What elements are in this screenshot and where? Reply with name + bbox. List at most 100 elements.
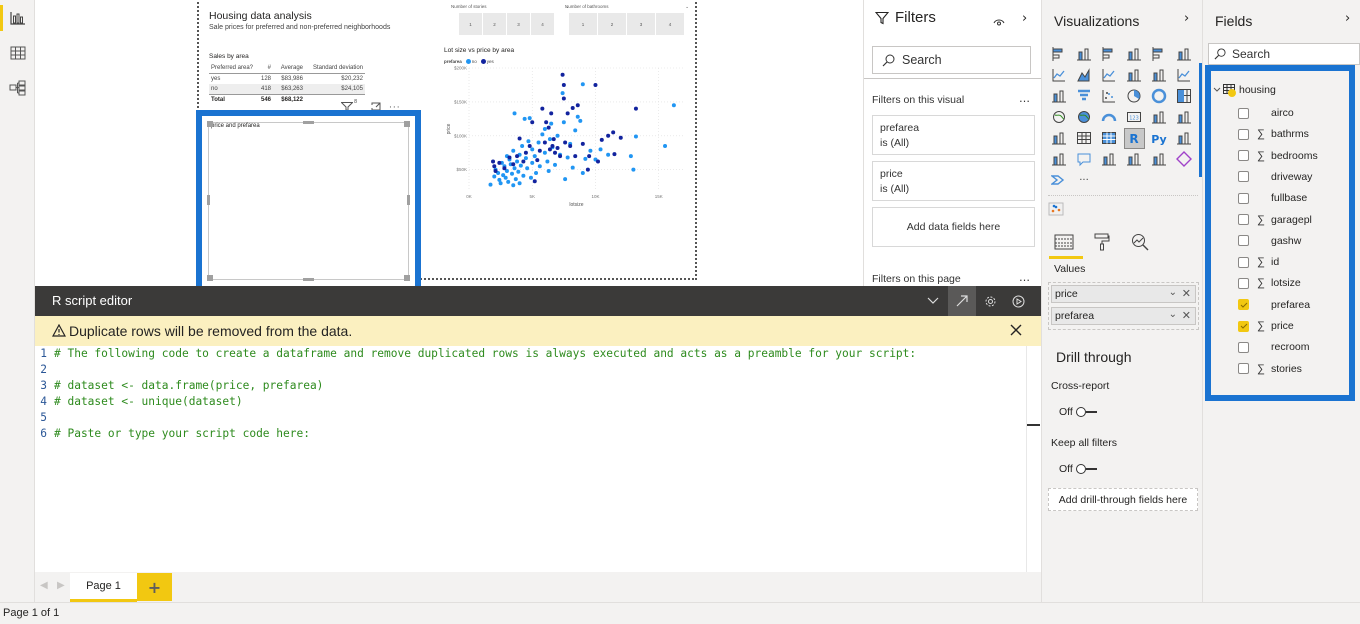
- visual-type-stacked-column-chart[interactable]: [1071, 43, 1096, 64]
- data-point-no[interactable]: [536, 140, 541, 145]
- previous-page-arrow-icon[interactable]: ◀: [40, 580, 48, 591]
- data-point-no[interactable]: [563, 177, 568, 182]
- format-tab[interactable]: [1090, 230, 1114, 254]
- data-point-yes[interactable]: [585, 167, 590, 172]
- slicer-option[interactable]: 3: [627, 13, 655, 35]
- data-point-yes[interactable]: [606, 133, 611, 138]
- field-item-prefarea[interactable]: prefarea: [1238, 297, 1310, 313]
- data-point-no[interactable]: [522, 116, 527, 121]
- data-point-no[interactable]: [580, 82, 585, 87]
- data-point-yes[interactable]: [497, 160, 502, 165]
- data-point-no[interactable]: [547, 137, 552, 142]
- data-point-yes[interactable]: [517, 136, 522, 141]
- visual-type-paginated-report[interactable]: [1121, 148, 1146, 169]
- resize-handle[interactable]: [207, 275, 213, 281]
- value-field-price[interactable]: price ⌄ ✕: [1051, 285, 1196, 303]
- data-point-no[interactable]: [513, 177, 518, 182]
- data-point-yes[interactable]: [580, 141, 585, 146]
- data-point-no[interactable]: [631, 167, 636, 172]
- remove-field-icon[interactable]: ✕: [1182, 309, 1191, 322]
- value-field-prefarea[interactable]: prefarea ⌄ ✕: [1051, 307, 1196, 325]
- remove-field-icon[interactable]: ✕: [1182, 287, 1191, 300]
- data-point-yes[interactable]: [502, 166, 507, 171]
- column-header[interactable]: Standard deviation: [303, 65, 363, 71]
- data-point-yes[interactable]: [523, 150, 528, 155]
- data-point-yes[interactable]: [530, 120, 535, 125]
- chevron-down-icon[interactable]: ⌄: [1169, 309, 1177, 320]
- data-point-no[interactable]: [598, 147, 603, 152]
- data-point-yes[interactable]: [546, 125, 551, 130]
- run-script-button[interactable]: [1004, 286, 1032, 316]
- field-item-id[interactable]: ∑ id: [1238, 254, 1279, 270]
- visual-type-decomposition-tree[interactable]: [1046, 148, 1071, 169]
- visual-type-clustered-bar-chart[interactable]: [1096, 43, 1121, 64]
- visual-type-qa-visual[interactable]: [1071, 148, 1096, 169]
- drill-through-fields-dropzone[interactable]: Add drill-through fields here: [1048, 488, 1198, 511]
- data-point-no[interactable]: [560, 91, 565, 96]
- data-point-yes[interactable]: [550, 143, 555, 148]
- visual-type-python-visual[interactable]: Py: [1146, 127, 1171, 148]
- data-point-no[interactable]: [628, 154, 633, 159]
- data-point-yes[interactable]: [491, 159, 496, 164]
- slicer-option[interactable]: 1: [569, 13, 597, 35]
- visual-type-r-script-visual[interactable]: R: [1121, 127, 1146, 149]
- visual-type-map[interactable]: [1046, 106, 1071, 127]
- field-item-driveway[interactable]: driveway: [1238, 169, 1312, 185]
- values-well[interactable]: price ⌄ ✕ prefarea ⌄ ✕: [1048, 282, 1199, 330]
- data-point-no[interactable]: [542, 150, 547, 155]
- data-point-yes[interactable]: [532, 179, 537, 184]
- data-point-no[interactable]: [588, 148, 593, 153]
- data-point-no[interactable]: [506, 179, 511, 184]
- field-item-stories[interactable]: ∑ stories: [1238, 361, 1302, 377]
- slicer-option[interactable]: 4: [656, 13, 684, 35]
- chevron-down-icon[interactable]: ⌄: [1169, 287, 1177, 298]
- field-checkbox[interactable]: [1238, 299, 1249, 311]
- visual-type-kpi[interactable]: [1171, 106, 1196, 127]
- data-point-no[interactable]: [517, 181, 522, 186]
- data-point-yes[interactable]: [568, 143, 573, 148]
- table-node-housing[interactable]: housing: [1213, 84, 1276, 97]
- data-point-no[interactable]: [583, 156, 588, 161]
- data-point-no[interactable]: [534, 171, 539, 176]
- visual-type-funnel-chart[interactable]: [1071, 85, 1096, 106]
- collapse-visualizations-button[interactable]: ›: [1184, 11, 1189, 26]
- data-point-no[interactable]: [516, 169, 521, 174]
- data-view-button[interactable]: [0, 36, 35, 70]
- more-options-button[interactable]: …: [1019, 92, 1031, 105]
- data-point-no[interactable]: [498, 181, 503, 186]
- data-point-yes[interactable]: [587, 154, 592, 159]
- data-point-yes[interactable]: [535, 158, 540, 163]
- data-point-yes[interactable]: [547, 147, 552, 152]
- data-point-no[interactable]: [570, 165, 575, 170]
- data-point-yes[interactable]: [599, 137, 604, 142]
- resize-handle[interactable]: [207, 195, 210, 205]
- slicer-option[interactable]: 2: [483, 13, 506, 35]
- field-checkbox[interactable]: [1238, 256, 1249, 268]
- next-page-arrow-icon[interactable]: ▶: [57, 580, 65, 591]
- visual-type-key-influencers[interactable]: [1171, 127, 1196, 148]
- sales-by-area-table[interactable]: Sales by area Preferred area? # Average …: [209, 53, 365, 104]
- data-point-no[interactable]: [575, 114, 580, 119]
- field-item-fullbase[interactable]: fullbase: [1238, 190, 1307, 206]
- data-point-no[interactable]: [561, 120, 566, 125]
- data-point-yes[interactable]: [633, 106, 638, 111]
- resize-handle[interactable]: [404, 275, 410, 281]
- data-point-yes[interactable]: [561, 82, 566, 87]
- data-point-no[interactable]: [521, 173, 526, 178]
- data-point-yes[interactable]: [612, 152, 617, 157]
- field-item-lotsize[interactable]: ∑ lotsize: [1238, 275, 1301, 291]
- report-view-button[interactable]: [0, 1, 35, 35]
- visual-type-multi-row-card[interactable]: [1146, 106, 1171, 127]
- data-point-no[interactable]: [528, 175, 533, 180]
- custom-visual-button[interactable]: [1048, 201, 1064, 220]
- visual-type-filled-map[interactable]: [1071, 106, 1096, 127]
- data-point-no[interactable]: [515, 159, 520, 164]
- data-point-no[interactable]: [537, 164, 542, 169]
- data-point-yes[interactable]: [493, 169, 498, 174]
- data-point-no[interactable]: [546, 169, 551, 174]
- data-point-no[interactable]: [606, 152, 611, 157]
- settings-button[interactable]: [976, 286, 1004, 316]
- visual-type-gauge[interactable]: [1096, 106, 1121, 127]
- data-point-yes[interactable]: [521, 159, 526, 164]
- field-checkbox[interactable]: [1238, 341, 1249, 353]
